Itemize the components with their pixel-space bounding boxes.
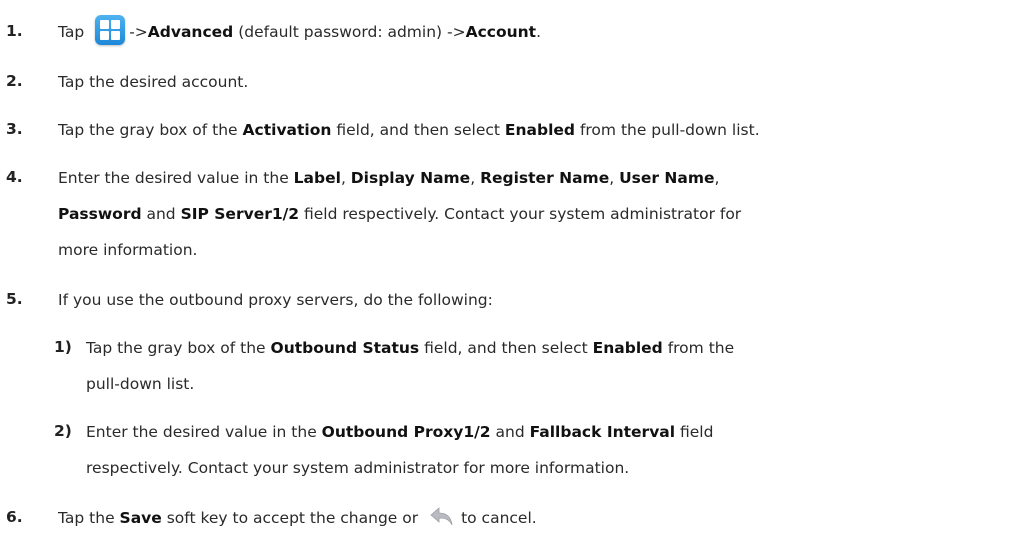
step-number: 5.	[6, 290, 23, 308]
step-number: 6.	[6, 508, 23, 526]
step-text: Tap the Save soft key to accept the chan…	[58, 500, 988, 536]
step-number: 2.	[6, 72, 23, 90]
step-text: If you use the outbound proxy servers, d…	[58, 291, 493, 309]
step-number: 2)	[54, 422, 72, 440]
step-number: 1.	[6, 22, 23, 40]
step-number: 3.	[6, 120, 23, 138]
back-arrow-icon[interactable]	[429, 506, 455, 528]
step-text: Enter the desired value in the Label, Di…	[58, 169, 742, 259]
step-text: Tap the desired account.	[58, 73, 249, 91]
step-text: Tap ->Advanced (default password: admin)…	[58, 14, 988, 50]
step-text: Enter the desired value in the Outbound …	[86, 423, 714, 477]
step-number: 1)	[54, 338, 72, 356]
menu-grid-icon[interactable]	[95, 14, 126, 45]
step-text: Tap the gray box of the Outbound Status …	[86, 339, 735, 393]
step-text: Tap the gray box of the Activation field…	[58, 121, 760, 139]
step-number: 4.	[6, 168, 23, 186]
